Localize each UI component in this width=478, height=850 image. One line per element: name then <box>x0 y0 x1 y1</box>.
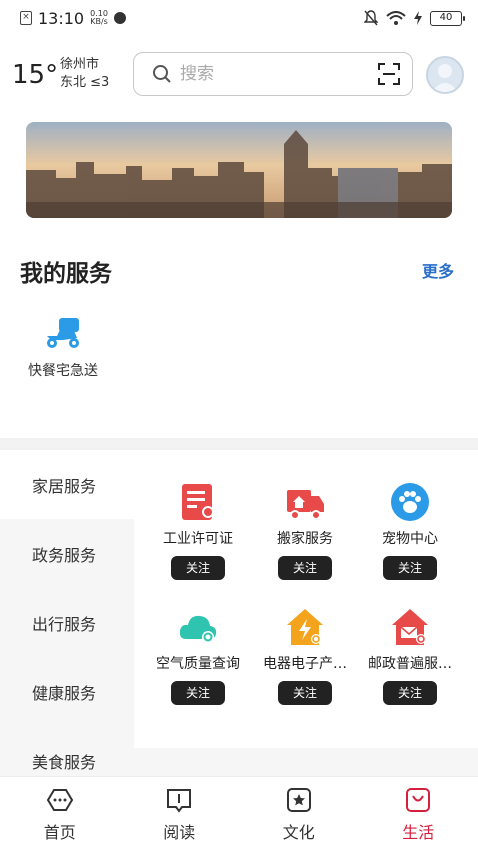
mute-bell-icon <box>364 10 378 26</box>
charging-icon <box>414 11 422 25</box>
battery-indicator: 40 <box>430 10 465 26</box>
tab-label: 生活 <box>402 823 435 842</box>
tab-home[interactable]: 首页 <box>0 777 120 850</box>
service-name: 工业许可证 <box>163 531 233 547</box>
status-bar: × 13:10 0.10 KB/s 40 <box>0 0 478 36</box>
search-icon <box>153 65 171 83</box>
cloud-search-icon <box>179 615 217 643</box>
tab-culture[interactable]: 文化 <box>239 777 359 850</box>
service-tile[interactable]: 搬家服务 关注 <box>248 482 362 580</box>
category-government[interactable]: 政务服务 <box>0 519 134 588</box>
follow-button[interactable]: 关注 <box>383 681 437 705</box>
follow-button[interactable]: 关注 <box>383 556 437 580</box>
book-icon <box>167 789 192 813</box>
my-services-title: 我的服务 <box>20 261 112 287</box>
service-name: 电器电子产… <box>263 656 347 672</box>
header: 15° 徐州市 东北 ≤3 <box>0 48 478 100</box>
app-notification-icon <box>113 12 126 24</box>
tab-label: 阅读 <box>163 823 196 842</box>
category-home[interactable]: 家居服务 <box>0 450 134 519</box>
service-tile[interactable]: 宠物中心 关注 <box>353 482 467 580</box>
search-bar[interactable] <box>133 52 413 96</box>
service-name: 空气质量查询 <box>156 656 240 672</box>
wind-info: 东北 ≤3 <box>60 75 110 90</box>
moving-truck-icon <box>287 490 324 520</box>
follow-button[interactable]: 关注 <box>171 556 225 580</box>
mail-house-icon <box>392 609 428 645</box>
status-time: 13:10 <box>38 8 85 28</box>
my-service-item[interactable]: 快餐宅急送 <box>20 316 106 380</box>
follow-button[interactable]: 关注 <box>278 681 332 705</box>
service-tile[interactable]: 邮政普遍服… 关注 <box>353 607 467 705</box>
home-icon <box>46 789 73 811</box>
search-input[interactable] <box>180 64 360 84</box>
tab-label: 首页 <box>43 823 76 842</box>
service-tile[interactable]: 电器电子产… 关注 <box>248 607 362 705</box>
city-skyline-image <box>26 122 452 218</box>
service-name: 邮政普遍服… <box>368 656 452 672</box>
scooter-icon <box>47 318 79 348</box>
service-tile[interactable]: 工业许可证 关注 <box>141 482 255 580</box>
follow-button[interactable]: 关注 <box>171 681 225 705</box>
city-name: 徐州市 <box>60 57 100 72</box>
temperature: 15° <box>12 60 59 90</box>
category-travel[interactable]: 出行服务 <box>0 588 134 657</box>
category-list: 家居服务 政务服务 出行服务 健康服务 美食服务 <box>0 450 134 795</box>
bottom-tab-bar: 首页 阅读 文化 生活 <box>0 776 478 850</box>
paw-icon <box>391 483 429 521</box>
star-icon <box>286 788 311 812</box>
tab-life[interactable]: 生活 <box>359 777 478 850</box>
my-service-label: 快餐宅急送 <box>28 363 98 379</box>
bag-icon <box>406 788 431 812</box>
follow-button[interactable]: 关注 <box>278 556 332 580</box>
service-grid: 工业许可证 关注 搬家服务 关注 宠物中心 关注 空气质量查询 关注 电器电子产… <box>134 450 478 780</box>
more-link[interactable]: 更多 <box>422 258 454 282</box>
service-name: 宠物中心 <box>382 531 438 547</box>
notification-icon: × <box>20 11 32 25</box>
tab-label: 文化 <box>282 823 315 842</box>
category-health[interactable]: 健康服务 <box>0 657 134 726</box>
certificate-icon <box>182 484 214 520</box>
wifi-icon <box>386 11 406 25</box>
electric-house-icon <box>287 609 323 645</box>
user-icon <box>432 64 458 92</box>
service-name: 搬家服务 <box>277 531 333 547</box>
city-banner[interactable] <box>26 122 452 218</box>
service-tile[interactable]: 空气质量查询 关注 <box>141 607 255 705</box>
section-divider <box>0 438 478 450</box>
tab-reading[interactable]: 阅读 <box>120 777 240 850</box>
weather-location: 徐州市 东北 ≤3 <box>60 56 109 92</box>
scan-icon[interactable] <box>378 63 400 85</box>
network-speed: 0.10 KB/s <box>90 9 108 26</box>
avatar[interactable] <box>426 56 464 94</box>
